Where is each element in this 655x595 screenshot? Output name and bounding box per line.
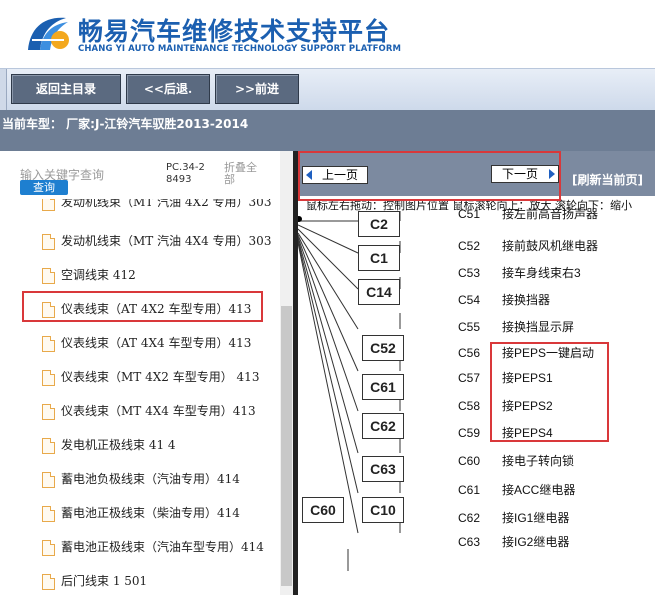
collapse-all-link[interactable]: 折叠全部: [224, 162, 264, 186]
document-icon: [42, 234, 55, 250]
document-icon: [42, 370, 55, 386]
home-button[interactable]: 返回主目录: [11, 74, 121, 104]
connector-label: C53 接车身线束右3: [458, 266, 581, 280]
connector-label: C62 接IG1继电器: [458, 511, 570, 525]
search-area: 输入关键字查询 查询 PC.34-28493 折叠全部: [0, 151, 293, 199]
document-icon: [42, 472, 55, 488]
nav-bar: 返回主目录 <<后退. >>前进: [0, 68, 655, 111]
connector-c14: C14: [358, 279, 400, 305]
peps-highlight: [490, 342, 609, 442]
nav-highlight: [298, 151, 561, 201]
brand-subtitle: CHANG YI AUTO MAINTENANCE TECHNOLOGY SUP…: [78, 44, 402, 54]
document-icon: [42, 404, 55, 420]
connector-label: C52 接前鼓风机继电器: [458, 239, 599, 253]
document-icon: [42, 268, 55, 284]
connector-label: C55 接换挡显示屏: [458, 320, 575, 334]
wiring-diagram[interactable]: C2 C1 C14 C52 C61 C62 C63 C10 C60 C51 接左前…: [298, 207, 655, 595]
refresh-page-link[interactable]: [刷新当前页]: [572, 171, 643, 188]
brand-title: 畅易汽车维修技术支持平台: [78, 17, 391, 46]
connector-c63: C63: [362, 456, 404, 482]
forward-button[interactable]: >>前进: [215, 74, 299, 104]
connector-c10: C10: [362, 497, 404, 523]
left-panel: 输入关键字查询 查询 PC.34-28493 折叠全部 发动机线束（MT 汽油 …: [0, 151, 293, 595]
scroll-thumb[interactable]: [281, 306, 292, 586]
pc-code: PC.34-28493: [166, 162, 205, 185]
nav-bar-edge: [0, 69, 7, 111]
document-icon: [42, 336, 55, 352]
document-icon: [42, 199, 55, 211]
connector-label: C54 接换挡器: [458, 293, 551, 307]
tree-scrollbar[interactable]: [280, 151, 293, 595]
connector-label: C60 接电子转向锁: [458, 454, 575, 468]
vehicle-bar: 当前车型： 厂家:J-江铃汽车驭胜2013-2014: [0, 110, 655, 151]
connector-label: C51 接左前高音扬声器: [458, 207, 599, 221]
logo-icon: [28, 17, 69, 50]
connector-c2: C2: [358, 211, 400, 237]
connector-label: C63 接IG2继电器: [458, 535, 570, 549]
diagram-viewer: 上一页 下一页 [刷新当前页] 鼠标左右拖动：控制图片位置 鼠标滚轮向上：放大 …: [298, 151, 655, 595]
current-vehicle: 当前车型： 厂家:J-江铃汽车驭胜2013-2014: [2, 117, 249, 131]
connector-c52: C52: [362, 335, 404, 361]
connector-c1: C1: [358, 245, 400, 271]
document-icon: [42, 540, 55, 556]
back-button[interactable]: <<后退.: [126, 74, 210, 104]
selection-highlight: [22, 291, 263, 322]
document-icon: [42, 438, 55, 454]
query-button[interactable]: 查询: [20, 180, 68, 195]
document-icon: [42, 506, 55, 522]
header: 畅易汽车维修技术支持平台 CHANG YI AUTO MAINTENANCE T…: [0, 0, 655, 68]
connector-c62: C62: [362, 413, 404, 439]
connector-c61: C61: [362, 374, 404, 400]
wiring-tree: 发动机线束（MT 汽油 4X2 专用）303 发动机线束（MT 汽油 4X4 专…: [0, 199, 280, 595]
document-icon: [42, 574, 55, 590]
connector-c60: C60: [302, 497, 344, 523]
connector-label: C61 接ACC继电器: [458, 483, 576, 497]
